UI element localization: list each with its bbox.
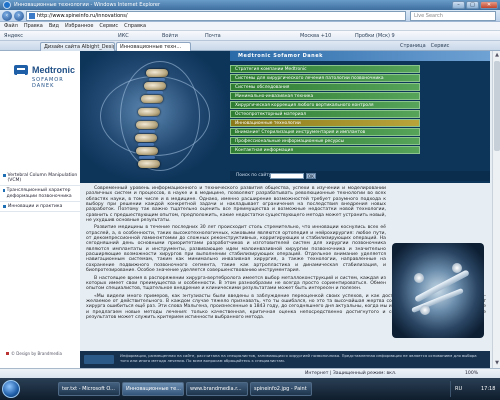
footer-logo bbox=[84, 355, 114, 364]
tab-innovations[interactable]: Инновационные техн... bbox=[116, 42, 191, 51]
site-menu: Стратегия компании Medtronic Системы для… bbox=[230, 65, 420, 155]
toolbar: Яндекс ИКС Войти Почта Москва +10 Пробки… bbox=[0, 31, 500, 41]
left-nav-item[interactable]: Vertebral Column Manipulation (VCM) bbox=[0, 171, 80, 187]
design-credit-text: © Design by Brandmedia bbox=[11, 351, 62, 356]
design-credit[interactable]: © Design by Brandmedia bbox=[6, 351, 62, 356]
address-url: http://www.spineinfo.ru/innovations/ bbox=[37, 13, 128, 19]
search-input[interactable]: Live Search bbox=[410, 11, 496, 21]
site-menu-item[interactable]: Профессиональные информационные ресурсы bbox=[230, 137, 420, 145]
clock[interactable]: 17:18 bbox=[481, 381, 495, 397]
vertical-scrollbar[interactable]: ▲ ▼ bbox=[492, 51, 500, 368]
site-search-label: Поиск по сайту bbox=[236, 173, 272, 178]
bullet-icon bbox=[3, 174, 6, 177]
hero-banner: Medtronic Sofamor Danek Стратегия компан… bbox=[80, 51, 490, 183]
page-menu-button[interactable]: Страница bbox=[400, 41, 426, 51]
page-content: Medtronic SOFAMOR DANEK Vertebral Column… bbox=[0, 51, 500, 368]
menu-help[interactable]: Справка bbox=[124, 22, 146, 30]
page-tools: Страница Сервис bbox=[400, 41, 449, 51]
menu-tools[interactable]: Сервис bbox=[99, 22, 118, 30]
taskbar-item[interactable]: www.brandmedia.r... bbox=[186, 382, 248, 396]
status-bar: Интернет | Защищенный режим: вкл. 100% bbox=[0, 368, 500, 378]
article-paragraph: В настоящее время в распоряжении хирурга… bbox=[86, 275, 386, 292]
title-bar[interactable]: Инновационные технологии - Windows Inter… bbox=[0, 0, 500, 10]
logo-brand: Medtronic bbox=[32, 65, 76, 75]
toolbar-traffic[interactable]: Пробки (Мск) 9 bbox=[355, 31, 395, 41]
menu-favorites[interactable]: Избранное bbox=[65, 22, 93, 30]
language-indicator[interactable]: RU bbox=[455, 381, 462, 397]
site-search-button[interactable]: ОК bbox=[306, 173, 316, 179]
scroll-down-icon[interactable]: ▼ bbox=[494, 360, 500, 366]
site-menu-item[interactable]: Контактная информация bbox=[230, 146, 420, 154]
site-search: Поиск по сайту ОК bbox=[230, 171, 490, 181]
site-menu-item[interactable]: Системы обследования bbox=[230, 83, 420, 91]
site-menu-item[interactable]: Стратегия компании Medtronic bbox=[230, 65, 420, 73]
minimize-button[interactable]: – bbox=[452, 1, 465, 9]
site-menu-item[interactable]: Внимание! Стерилизация инструментария и … bbox=[230, 128, 420, 136]
site-menu-item[interactable]: Хирургическая коррекция любого вертикаль… bbox=[230, 101, 420, 109]
browser-window: Инновационные технологии - Windows Inter… bbox=[0, 0, 500, 400]
menu-file[interactable]: Файл bbox=[4, 22, 18, 30]
article-paragraph: Развитие медицины в течение последних 30… bbox=[86, 225, 386, 274]
taskbar: ter.txt - Microsoft O... Инновационные т… bbox=[0, 378, 500, 400]
bullet-icon bbox=[3, 204, 6, 208]
toolbar-iks[interactable]: ИКС bbox=[118, 31, 129, 41]
site-menu-item[interactable]: Системы для хирургического лечения патол… bbox=[230, 74, 420, 82]
brandmedia-icon bbox=[6, 352, 9, 355]
spine-image bbox=[80, 51, 230, 183]
toolbar-mail[interactable]: Почта bbox=[205, 31, 221, 41]
brand-strip: Medtronic Sofamor Danek bbox=[230, 51, 490, 61]
toolbar-login[interactable]: Войти bbox=[162, 31, 178, 41]
toolbar-weather[interactable]: Москва +10 bbox=[300, 31, 331, 41]
xray-image bbox=[392, 243, 484, 338]
tab-design[interactable]: Дизайн сайта Albight_Design bbox=[40, 42, 115, 51]
tabs-row: Дизайн сайта Albight_Design Инновационны… bbox=[0, 41, 500, 51]
tools-menu-button[interactable]: Сервис bbox=[431, 41, 450, 51]
site-menu-item[interactable]: Минимально-инвазивная техника bbox=[230, 92, 420, 100]
medtronic-mark-icon bbox=[14, 65, 28, 76]
left-column: Medtronic SOFAMOR DANEK Vertebral Column… bbox=[0, 51, 80, 368]
article-paragraph: Современный уровень информационного и те… bbox=[86, 186, 386, 224]
site-search-input[interactable] bbox=[270, 173, 304, 179]
footer-text: Информация, размещенная на сайте, рассчи… bbox=[120, 353, 477, 363]
back-arrow-icon[interactable]: ‹ bbox=[2, 11, 12, 21]
window-controls: – □ ✕ bbox=[452, 1, 498, 9]
site-footer: Информация, размещенная на сайте, рассчи… bbox=[80, 351, 490, 368]
toolbar-yandex[interactable]: Яндекс bbox=[4, 31, 23, 41]
bullet-icon bbox=[3, 189, 5, 193]
taskbar-item[interactable]: ter.txt - Microsoft O... bbox=[58, 382, 120, 396]
left-nav-label: Трансляционный характер деформации позво… bbox=[6, 188, 72, 199]
address-bar[interactable]: http://www.spineinfo.ru/innovations/ bbox=[26, 11, 406, 21]
taskbar-item-active[interactable]: Инновационные те... bbox=[122, 382, 184, 396]
scroll-up-icon[interactable]: ▲ bbox=[494, 52, 500, 58]
menu-edit[interactable]: Правка bbox=[24, 22, 43, 30]
medtronic-logo[interactable]: Medtronic SOFAMOR DANEK bbox=[0, 51, 80, 105]
scroll-thumb[interactable] bbox=[494, 61, 500, 151]
start-button[interactable] bbox=[2, 380, 20, 398]
maximize-button[interactable]: □ bbox=[466, 1, 479, 9]
address-row: ‹ › http://www.spineinfo.ru/innovations/… bbox=[0, 10, 500, 22]
site-menu-item[interactable]: Остеопротекторный материал bbox=[230, 110, 420, 118]
forward-arrow-icon[interactable]: › bbox=[14, 11, 24, 21]
ie-icon bbox=[3, 1, 11, 9]
left-nav: Vertebral Column Manipulation (VCM) Тран… bbox=[0, 171, 80, 213]
page-icon bbox=[29, 13, 35, 19]
taskbar-item[interactable]: spineinfo2.jpg - Paint bbox=[250, 382, 312, 396]
left-nav-item[interactable]: Трансляционный характер деформации позво… bbox=[0, 186, 80, 202]
window-title: Инновационные технологии - Windows Inter… bbox=[14, 2, 161, 8]
left-nav-label: Vertebral Column Manipulation (VCM) bbox=[7, 173, 78, 184]
menu-view[interactable]: Вид bbox=[49, 22, 59, 30]
close-button[interactable]: ✕ bbox=[480, 1, 498, 9]
menu-bar: Файл Правка Вид Избранное Сервис Справка bbox=[0, 22, 500, 31]
system-tray: RU 17:18 bbox=[450, 381, 500, 397]
left-nav-label: Инновации и практика bbox=[8, 203, 63, 209]
logo-sub: SOFAMOR DANEK bbox=[32, 77, 64, 89]
left-nav-item[interactable]: Инновации и практика bbox=[0, 202, 80, 213]
site-menu-item-active[interactable]: Инновационные технологии bbox=[230, 119, 420, 127]
